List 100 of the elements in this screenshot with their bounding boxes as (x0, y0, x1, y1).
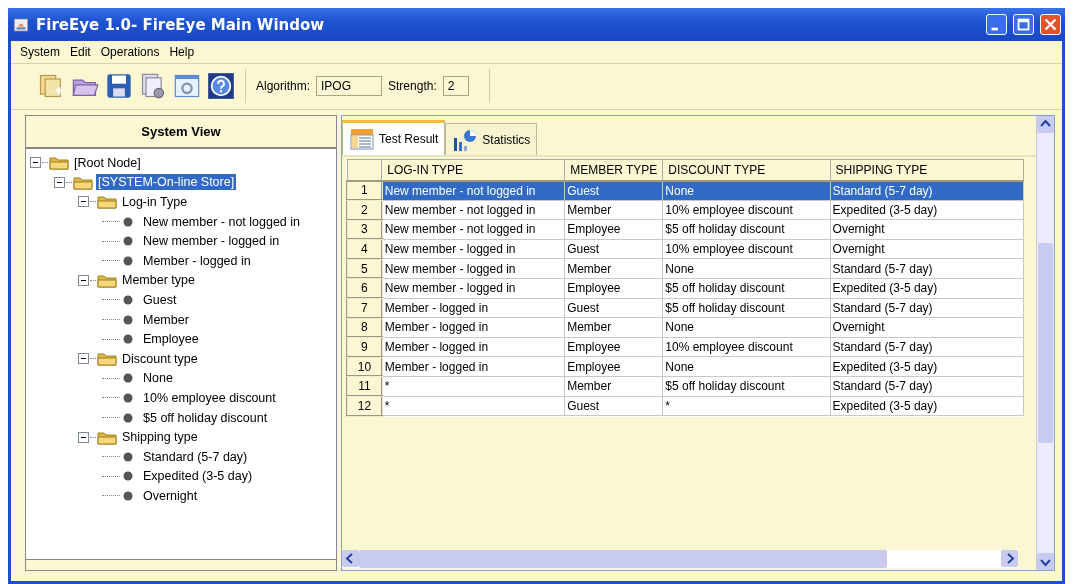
table-cell[interactable]: Expedited (3-5 day) (830, 200, 1024, 220)
tree-item[interactable]: Member (141, 311, 191, 328)
tree-item[interactable]: Log-in Type (120, 194, 190, 210)
table-cell[interactable]: Standard (5-7 day) (830, 298, 1024, 318)
table-cell[interactable]: Member (564, 376, 663, 397)
table-cell[interactable]: Employee (564, 356, 663, 377)
table-cell[interactable]: Standard (5-7 day) (830, 337, 1024, 357)
scroll-down-button[interactable] (1037, 553, 1054, 570)
table-cell[interactable]: None (662, 356, 831, 377)
table-cell[interactable]: Member - logged in (381, 337, 565, 357)
column-header[interactable]: DISCOUNT TYPE (662, 159, 831, 181)
table-cell[interactable]: New member - logged in (381, 239, 565, 259)
row-number[interactable]: 9 (347, 337, 382, 357)
menu-item[interactable]: System (15, 45, 65, 59)
row-number[interactable]: 11 (347, 376, 382, 397)
table-cell[interactable]: Member - logged in (381, 317, 565, 338)
table-cell[interactable]: Guest (564, 298, 663, 318)
row-number[interactable]: 7 (347, 298, 382, 318)
tab[interactable]: Test Result (342, 120, 446, 155)
table-cell[interactable]: $5 off holiday discount (662, 376, 831, 397)
row-number[interactable]: 6 (347, 278, 382, 299)
menu-item[interactable]: Operations (95, 45, 165, 59)
table-cell[interactable]: 10% employee discount (662, 337, 831, 357)
menu-item[interactable]: Edit (65, 45, 96, 59)
help-icon[interactable] (207, 71, 235, 100)
menu-item[interactable]: Help (164, 45, 200, 59)
collapse-icon[interactable] (78, 196, 89, 208)
table-cell[interactable]: Member (564, 258, 663, 279)
row-number[interactable]: 3 (347, 219, 382, 240)
tree-item[interactable]: New member - not logged in (141, 213, 303, 230)
tree-item[interactable]: $5 off holiday discount (141, 409, 270, 426)
table-cell[interactable]: Overnight (830, 219, 1024, 240)
row-number[interactable]: 2 (347, 200, 382, 220)
tree-item[interactable]: Member - logged in (141, 252, 253, 269)
column-header[interactable]: SHIPPING TYPE (830, 159, 1024, 181)
row-number[interactable]: 10 (347, 356, 382, 377)
strength-field[interactable]: 2 (442, 75, 469, 96)
row-number[interactable]: 1 (347, 180, 382, 201)
column-header[interactable]: MEMBER TYPE (564, 159, 663, 181)
algorithm-field[interactable]: IPOG (316, 75, 383, 96)
scroll-left-button[interactable] (342, 550, 359, 567)
tree-item[interactable]: 10% employee discount (141, 389, 278, 406)
table-cell[interactable]: $5 off holiday discount (662, 219, 831, 240)
tab[interactable]: Statistics (445, 123, 538, 155)
table-cell[interactable]: * (662, 396, 831, 416)
table-cell[interactable]: Member (564, 317, 663, 338)
table-cell[interactable]: Member (564, 200, 663, 220)
close-button[interactable] (1040, 14, 1061, 35)
scrollbar-thumb[interactable] (1038, 243, 1053, 443)
tree-item[interactable]: Shipping type (120, 429, 200, 446)
table-cell[interactable]: Guest (564, 396, 663, 416)
table-cell[interactable]: New member - not logged in (381, 219, 565, 240)
table-cell[interactable]: Overnight (830, 239, 1024, 259)
table-cell[interactable]: New member - not logged in (381, 200, 565, 220)
table-cell[interactable]: Employee (564, 278, 663, 299)
document-gear-icon[interactable] (139, 71, 167, 100)
tree-item[interactable]: Discount type (120, 350, 200, 367)
table-cell[interactable]: $5 off holiday discount (662, 278, 831, 299)
tree-item[interactable]: Expedited (3-5 day) (141, 468, 255, 485)
column-header[interactable]: LOG-IN TYPE (381, 159, 565, 181)
tree-item[interactable]: None (141, 370, 175, 387)
table-cell[interactable]: Expedited (3-5 day) (830, 356, 1024, 377)
table-cell[interactable]: New member - logged in (381, 258, 565, 279)
tree-item[interactable]: New member - logged in (141, 233, 282, 250)
minimize-button[interactable] (986, 14, 1007, 35)
table-cell[interactable]: New member - logged in (381, 278, 565, 299)
tree-item[interactable]: Standard (5-7 day) (141, 448, 250, 465)
collapse-icon[interactable] (78, 431, 89, 443)
tree-item[interactable]: Member type (120, 272, 197, 289)
table-cell[interactable]: Member - logged in (381, 356, 565, 377)
tree-item[interactable]: Employee (141, 331, 201, 348)
tree-item[interactable]: [SYSTEM-On-line Store] (96, 174, 237, 191)
table-cell[interactable]: $5 off holiday discount (662, 298, 831, 318)
table-cell[interactable]: 10% employee discount (662, 200, 831, 220)
table-cell[interactable]: None (662, 317, 831, 338)
table-cell[interactable]: Expedited (3-5 day) (830, 396, 1024, 416)
row-number[interactable]: 5 (347, 258, 382, 279)
scrollbar-thumb[interactable] (359, 550, 887, 568)
table-cell[interactable]: Overnight (830, 317, 1024, 338)
maximize-button[interactable] (1013, 14, 1034, 35)
table-cell[interactable]: Employee (564, 337, 663, 357)
tree-item[interactable]: Guest (141, 291, 179, 308)
row-number[interactable]: 4 (347, 239, 382, 259)
table-cell[interactable]: Expedited (3-5 day) (830, 278, 1024, 299)
tree-item[interactable]: Overnight (141, 487, 200, 504)
collapse-icon[interactable] (78, 353, 89, 365)
table-cell[interactable]: * (381, 376, 565, 397)
scroll-up-button[interactable] (1037, 116, 1054, 133)
row-number[interactable]: 8 (347, 317, 382, 338)
collapse-icon[interactable] (54, 176, 65, 188)
table-cell[interactable]: Guest (564, 239, 663, 259)
table-cell[interactable]: Employee (564, 219, 663, 240)
scroll-right-button[interactable] (1001, 550, 1018, 567)
collapse-icon[interactable] (30, 157, 41, 169)
collapse-icon[interactable] (78, 274, 89, 286)
table-cell[interactable]: None (662, 258, 831, 279)
table-cell[interactable]: Member - logged in (381, 298, 565, 318)
table-cell[interactable]: Standard (5-7 day) (830, 258, 1024, 279)
table-cell[interactable]: 10% employee discount (662, 239, 831, 259)
tree-item[interactable]: [Root Node] (72, 154, 143, 171)
